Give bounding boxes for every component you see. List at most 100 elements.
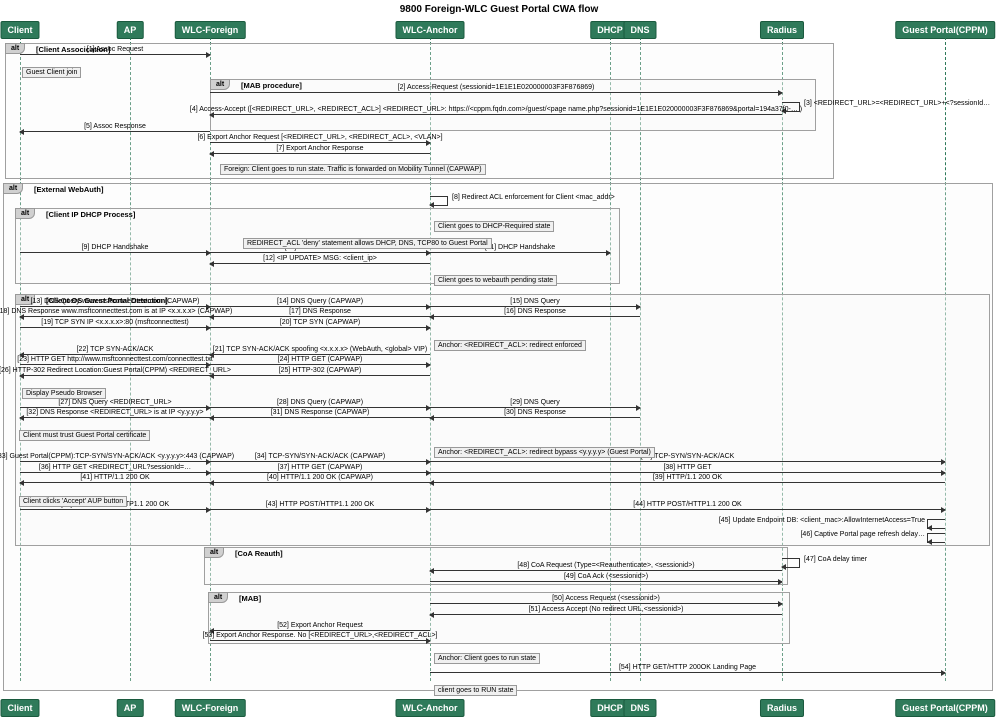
message-label: [3] <REDIRECT_URL>=<REDIRECT_URL>+<?sess… (804, 100, 990, 107)
note: Anchor: <REDIRECT_ACL>: redirect enforce… (434, 340, 586, 351)
message-label: [8] Redirect ACL enforcement for Client … (452, 194, 615, 201)
message-arrow (20, 316, 210, 317)
participant-dns-bot: DNS (623, 699, 656, 717)
message-arrow (20, 472, 210, 473)
message-label: [22] TCP SYN-ACK/ACK (77, 346, 154, 353)
note: Anchor: <REDIRECT_ACL>: redirect bypass … (434, 447, 655, 458)
note: Client must trust Guest Portal certifica… (19, 430, 150, 441)
message-label: [17] DNS Response (289, 308, 351, 315)
message-label: [32] DNS Response <REDIRECT_URL> is at I… (26, 409, 203, 416)
message-arrow (20, 461, 210, 462)
note: Client goes to webauth pending state (434, 275, 557, 286)
message-label: [46] Captive Portal page refresh delay… (800, 531, 925, 538)
message-arrow (430, 581, 782, 582)
message-arrow (210, 306, 430, 307)
frame-tag: alt (208, 592, 228, 603)
self-message (927, 519, 945, 529)
message-label: [9] DHCP Handshake (82, 244, 149, 251)
message-arrow (20, 354, 210, 355)
message-arrow (430, 570, 782, 571)
message-arrow (430, 417, 640, 418)
message-arrow (430, 603, 782, 604)
message-label: [41] HTTP/1.1 200 OK (80, 474, 149, 481)
note: Display Pseudo Browser (22, 388, 106, 399)
frame-box: alt [CoA Reauth] (204, 547, 788, 585)
message-label: [16] DNS Response (504, 308, 566, 315)
frame-title: [CoA Reauth] (235, 548, 283, 559)
message-arrow (210, 142, 430, 143)
message-label: [6] Export Anchor Request [<REDIRECT_URL… (197, 134, 442, 141)
sequence-canvas: ClientClientAPAPWLC-ForeignWLC-ForeignWL… (0, 19, 998, 699)
message-label: [48] CoA Request (Type=<Reauthenticate>,… (517, 562, 694, 569)
message-label: [18] DNS Response www.msftconnecttest.co… (0, 308, 232, 315)
frame-tag: alt (210, 79, 230, 90)
message-arrow (210, 354, 430, 355)
message-label: [44] HTTP POST/HTTP1.1 200 OK (633, 501, 741, 508)
message-arrow (430, 306, 640, 307)
message-arrow (210, 640, 430, 641)
note: Anchor: Client goes to run state (434, 653, 540, 664)
message-label: [27] DNS Query <REDIRECT_URL> (58, 399, 171, 406)
message-label: [37] HTTP GET (CAPWAP) (278, 464, 363, 471)
message-label: [25] HTTP-302 (CAPWAP) (279, 367, 362, 374)
frame-title: [MAB procedure] (241, 80, 302, 91)
message-arrow (210, 482, 430, 483)
message-arrow (210, 252, 430, 253)
note: Client clicks 'Accept' AUP button (19, 496, 127, 507)
frame-title: [MAB] (239, 593, 261, 604)
message-label: [43] HTTP POST/HTTP1.1 200 OK (266, 501, 374, 508)
message-arrow (20, 306, 210, 307)
note: Guest Client join (22, 67, 81, 78)
message-label: [45] Update Endpoint DB: <client_mac>:Al… (719, 517, 925, 524)
message-label: [53] Export Anchor Response. No [<REDIRE… (203, 632, 438, 639)
message-arrow (210, 461, 430, 462)
message-arrow (210, 92, 782, 93)
message-arrow (430, 316, 640, 317)
message-label: [12] <IP UPDATE> MSG: <client_ip> (263, 255, 377, 262)
message-arrow (430, 614, 782, 615)
message-label: [28] DNS Query (CAPWAP) (277, 399, 363, 406)
self-message (430, 196, 448, 206)
message-arrow (430, 472, 945, 473)
message-arrow (20, 131, 210, 132)
message-label: [2] Access-Request (sessionid=1E1E1E0200… (398, 84, 595, 91)
message-label: [26] HTTP-302 Redirect Location:Guest Po… (0, 367, 231, 374)
message-label: [14] DNS Query (CAPWAP) (277, 298, 363, 305)
message-arrow (210, 114, 782, 115)
message-arrow (210, 417, 430, 418)
message-arrow (20, 327, 210, 328)
message-arrow (430, 509, 945, 510)
participant-client-bot: Client (0, 699, 39, 717)
message-label: [34] TCP-SYN/SYN-ACK/ACK (CAPWAP) (255, 453, 385, 460)
note: Foreign: Client goes to run state. Traff… (220, 164, 486, 175)
frame-title: [External WebAuth] (34, 184, 103, 195)
message-label: [40] HTTP/1.1 200 OK (CAPWAP) (267, 474, 373, 481)
message-label: [50] Access Request (<sessionid>) (552, 595, 660, 602)
message-label: [19] TCP SYN IP <x.x.x.x>:80 (msftconnec… (41, 319, 188, 326)
message-arrow (210, 327, 430, 328)
message-arrow (20, 364, 210, 365)
frame-tag: alt (204, 547, 224, 558)
message-arrow (210, 375, 430, 376)
message-arrow (210, 630, 430, 631)
message-arrow (430, 672, 945, 673)
self-message (927, 533, 945, 543)
message-label: [49] CoA Ack (<sessionid>) (564, 573, 648, 580)
message-label: [20] TCP SYN (CAPWAP) (280, 319, 360, 326)
message-label: [47] CoA delay timer (804, 556, 867, 563)
message-label: [39] HTTP/1.1 200 OK (653, 474, 722, 481)
message-arrow (210, 263, 430, 264)
message-label: [31] DNS Response (CAPWAP) (271, 409, 370, 416)
message-label: [54] HTTP GET/HTTP 200OK Landing Page (619, 664, 756, 671)
message-label: [13] DNS Query www.msftconnecttest.com (… (31, 298, 200, 305)
message-label: [24] HTTP GET (CAPWAP) (278, 356, 363, 363)
message-arrow (430, 482, 945, 483)
participant-wlca-bot: WLC-Anchor (396, 699, 465, 717)
message-arrow (20, 252, 210, 253)
message-arrow (210, 316, 430, 317)
participant-wlcf-bot: WLC-Foreign (175, 699, 246, 717)
note: client goes to RUN state (434, 685, 517, 696)
frame-tag: alt (15, 208, 35, 219)
message-label: [33] Guest Portal(CPPM):TCP-SYN/SYN-ACK/… (0, 453, 234, 460)
frame-title: [Client IP DHCP Process] (46, 209, 135, 220)
